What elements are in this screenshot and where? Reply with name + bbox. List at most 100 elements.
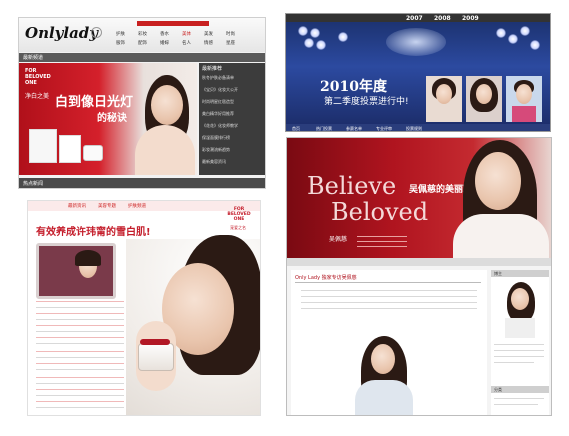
news-panel: 最新推荐 秋冬护肤必备清单 《宝贝》化妆大公开 时尚明星红毯造型 美白精华好用推… bbox=[199, 63, 265, 175]
nominee-face bbox=[476, 84, 492, 104]
nav-item[interactable]: 名人 bbox=[182, 40, 191, 46]
section-label[interactable]: 最新频道 bbox=[23, 54, 43, 61]
panel-skincare-article: 最新资讯 美容专题 护肤频道 有效养成许玮甯的雪白肌! FOR BELOVED … bbox=[27, 200, 261, 416]
product-box bbox=[59, 135, 81, 163]
year-tab[interactable]: 2008 bbox=[434, 15, 451, 22]
text-line bbox=[36, 407, 124, 408]
text-line bbox=[36, 301, 124, 302]
nominee-photo[interactable] bbox=[426, 76, 462, 122]
news-item[interactable]: 《花花》化妆师教学 bbox=[202, 123, 238, 129]
section-bar bbox=[19, 53, 265, 62]
nominee-face bbox=[516, 84, 532, 104]
brand-small: 宠爱之名 bbox=[230, 225, 246, 230]
post-area: Only Lady 独家专访吴佩慈 bbox=[291, 270, 487, 415]
author-photo[interactable] bbox=[499, 280, 541, 338]
main-nav: 护肤 彩妆 香水 美体 美发 时尚 服饰 配饰 婚嫁 名人 情感 星座 bbox=[114, 30, 264, 50]
panel-awards-vote: 2007 2008 2009 2010年度 第二季度投票进行中! 首页 热门投票… bbox=[285, 13, 551, 132]
nav-item[interactable]: 时尚 bbox=[226, 31, 235, 37]
post-photo[interactable] bbox=[339, 332, 429, 415]
text-line bbox=[36, 369, 124, 370]
banner-tagline-small: 净白之美 bbox=[25, 93, 50, 100]
spotlight-icon bbox=[530, 40, 540, 50]
nav-item[interactable]: 配饰 bbox=[138, 40, 147, 46]
site-logo[interactable]: Onlylady bbox=[25, 24, 98, 42]
news-item[interactable]: 保湿面膜排行榜 bbox=[202, 135, 230, 141]
spotlight-icon bbox=[304, 38, 314, 48]
vote-sub-text: 第二季度投票进行中! bbox=[324, 97, 409, 107]
sidebar-text-line bbox=[494, 344, 544, 345]
author-face bbox=[511, 288, 529, 310]
nav-item[interactable]: 彩妆 bbox=[138, 31, 147, 37]
spotlight-icon bbox=[496, 28, 506, 38]
panel-believe-beloved-blog: Believe Beloved 吴佩慈的美丽观 吴佩慈 Only Lady 独家… bbox=[286, 137, 552, 416]
blog-sidebar: 博主 分类 bbox=[491, 270, 549, 415]
sidebar-text-line bbox=[494, 398, 544, 399]
nav-item[interactable]: 香水 bbox=[160, 31, 169, 37]
nominee-face bbox=[436, 84, 452, 104]
news-header: 最新推荐 bbox=[202, 66, 223, 72]
sidebar-text-line bbox=[494, 404, 538, 405]
nav-item[interactable]: 服饰 bbox=[116, 40, 125, 46]
top-red-banner[interactable] bbox=[137, 21, 209, 26]
top-link[interactable]: 最新资讯 bbox=[68, 203, 86, 209]
post-title[interactable]: Only Lady 独家专访吴佩慈 bbox=[295, 274, 357, 281]
vote-nav-item[interactable]: 专业评审 bbox=[376, 126, 392, 131]
news-item[interactable]: 彩妆潮流新趋势 bbox=[202, 147, 230, 153]
text-line bbox=[36, 357, 124, 358]
news-item[interactable]: 秋冬护肤必备清单 bbox=[202, 75, 234, 81]
nav-item[interactable]: 美发 bbox=[204, 31, 213, 37]
nav-item[interactable]: 美体 bbox=[182, 31, 191, 37]
spotlight-icon bbox=[520, 26, 530, 36]
banner-name: 吴佩慈 bbox=[329, 236, 348, 243]
news-item[interactable]: 美白精华好用推荐 bbox=[202, 111, 234, 117]
nominee-photo[interactable] bbox=[466, 76, 502, 122]
vote-nav-item[interactable]: 首页 bbox=[292, 126, 300, 131]
nominee-photo[interactable] bbox=[506, 76, 542, 122]
vote-nav-item[interactable]: 参赛名单 bbox=[346, 126, 362, 131]
banner-text-line bbox=[357, 236, 407, 237]
text-line bbox=[36, 377, 124, 378]
mirror-hair bbox=[75, 250, 101, 266]
news-item[interactable]: 时尚明星红毯造型 bbox=[202, 99, 234, 105]
text-line bbox=[36, 307, 124, 308]
banner-model-outfit bbox=[453, 214, 549, 258]
sidebar-label: 分类 bbox=[494, 387, 502, 392]
text-line bbox=[36, 337, 124, 338]
banner-title-2: Beloved bbox=[331, 198, 429, 226]
product-jar bbox=[83, 145, 103, 161]
vote-big-text: 2010年度 bbox=[320, 79, 387, 95]
logo-flower-icon bbox=[91, 27, 102, 38]
banner-model-photo bbox=[475, 152, 521, 210]
author-outfit bbox=[505, 318, 535, 338]
promo-banner[interactable]: FOR BELOVED ONE 净白之美 白到像日光灯 的秘诀 bbox=[19, 63, 197, 175]
post-text-line bbox=[301, 290, 477, 291]
vote-nav-item[interactable]: 投票规则 bbox=[406, 126, 422, 131]
model-photo bbox=[151, 85, 183, 125]
text-line bbox=[36, 313, 124, 314]
top-link[interactable]: 护肤频道 bbox=[128, 203, 146, 209]
spotlight-icon bbox=[298, 26, 308, 36]
mirror-photo bbox=[36, 243, 116, 299]
year-tab[interactable]: 2007 bbox=[406, 15, 423, 22]
year-tab[interactable]: 2009 bbox=[462, 15, 479, 22]
vote-nav-item[interactable]: 热门投票 bbox=[316, 126, 332, 131]
footer-label[interactable]: 热点新闻 bbox=[23, 180, 43, 187]
news-item[interactable]: 《宝贝》化妆大公开 bbox=[202, 87, 238, 93]
post-photo-outfit bbox=[355, 380, 413, 415]
banner-title-1: Believe bbox=[307, 172, 397, 200]
nav-item[interactable]: 护肤 bbox=[116, 31, 125, 37]
top-link[interactable]: 美容专题 bbox=[98, 203, 116, 209]
nav-item[interactable]: 星座 bbox=[226, 40, 235, 46]
spotlight-icon bbox=[338, 32, 348, 42]
spotlight-icon bbox=[316, 40, 326, 50]
text-line bbox=[36, 383, 124, 384]
text-line bbox=[36, 343, 124, 344]
sidebar-text-line bbox=[494, 362, 534, 363]
nav-item[interactable]: 情感 bbox=[204, 40, 213, 46]
text-line bbox=[36, 395, 124, 396]
news-item[interactable]: 最新美容资讯 bbox=[202, 159, 226, 165]
spotlight-icon bbox=[310, 28, 320, 38]
post-text-line bbox=[301, 302, 477, 303]
product-box bbox=[29, 129, 57, 163]
nav-item[interactable]: 婚嫁 bbox=[160, 40, 169, 46]
